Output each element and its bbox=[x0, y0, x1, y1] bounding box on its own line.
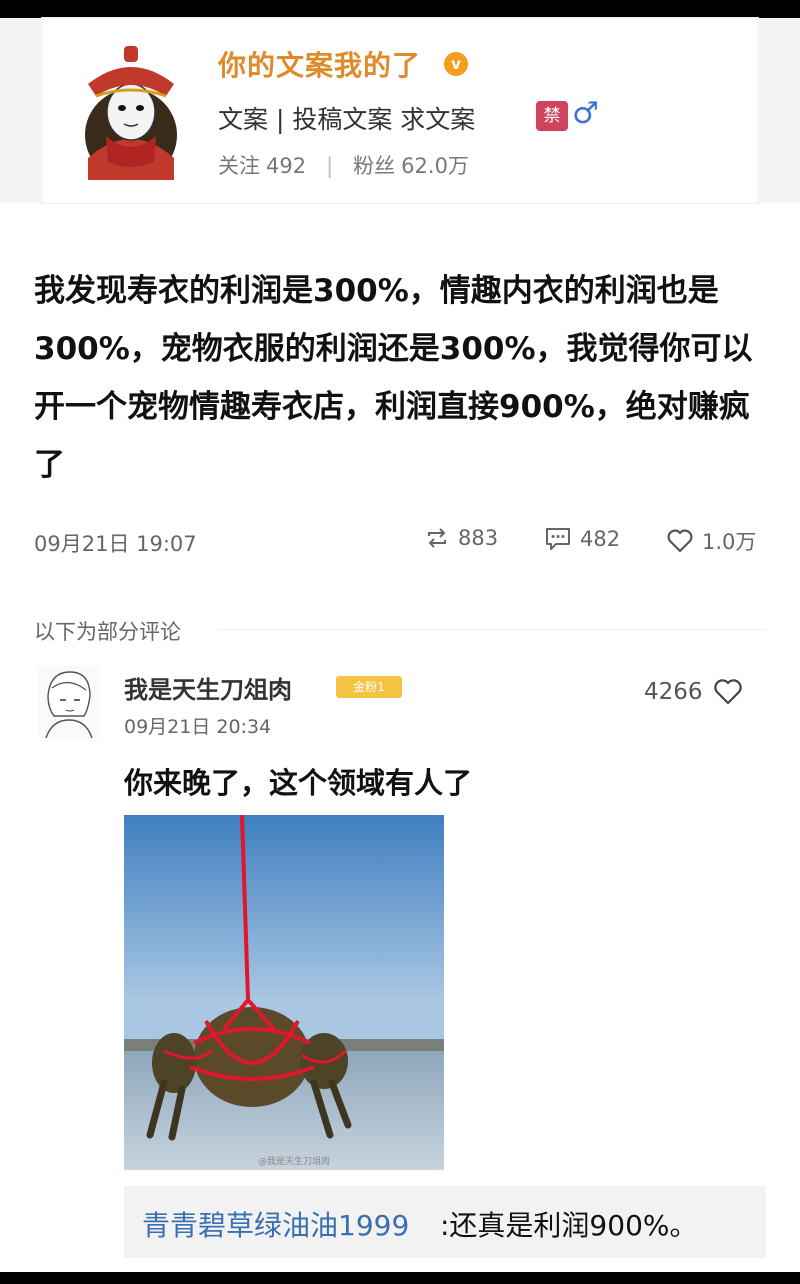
vip-badge-icon: v bbox=[444, 52, 468, 76]
background-band-right bbox=[758, 18, 800, 203]
follow-stats: 关注 492 | 粉丝 62.0万 bbox=[218, 154, 469, 178]
heart-icon bbox=[667, 529, 693, 553]
profile-avatar[interactable] bbox=[66, 40, 196, 181]
status-bar bbox=[0, 0, 800, 18]
comment-icon bbox=[546, 528, 570, 550]
commenter-name[interactable]: 我是天生刀俎肉 bbox=[124, 670, 292, 705]
follow-count[interactable]: 492 bbox=[266, 154, 306, 178]
comments-divider bbox=[218, 629, 766, 630]
reply-box[interactable]: 青青碧草绿油油1999 :还真是利润900%。 bbox=[124, 1186, 766, 1258]
fan-badge: 金粉1 bbox=[336, 676, 402, 698]
comment-button[interactable]: 482 bbox=[544, 526, 620, 552]
repost-button[interactable]: 883 bbox=[424, 526, 498, 550]
like-count: 1.0万 bbox=[702, 530, 757, 554]
comments-header: 以下为部分评论 bbox=[34, 620, 181, 644]
comment-count: 482 bbox=[580, 527, 621, 551]
repost-icon bbox=[428, 528, 446, 548]
reply-user[interactable]: 青青碧草绿油油1999 bbox=[142, 1204, 409, 1244]
follow-label: 关注 bbox=[218, 154, 260, 178]
fans-count[interactable]: 62.0万 bbox=[401, 154, 469, 178]
ban-badge: 禁 bbox=[536, 101, 568, 131]
comment-like-count: 4266 bbox=[644, 679, 703, 705]
post-text: 我发现寿衣的利润是300%，情趣内衣的利润也是300%，宠物衣服的利润还是300… bbox=[34, 273, 753, 483]
background-band-left bbox=[0, 18, 42, 203]
male-gender-icon: ♂ bbox=[572, 96, 599, 131]
post-time: 09月21日 19:07 bbox=[34, 532, 197, 556]
commenter-avatar[interactable] bbox=[38, 666, 100, 739]
post-meta: 09月21日 19:07 883 482 1.0万 bbox=[34, 526, 774, 558]
profile-nickname[interactable]: 你的文案我的了 bbox=[218, 44, 421, 84]
bottom-bar bbox=[0, 1272, 800, 1284]
profile-tags: 文案 | 投稿文案 求文案 bbox=[218, 105, 476, 134]
image-watermark: @我是天生刀俎肉 bbox=[258, 1157, 331, 1167]
repost-count: 883 bbox=[458, 526, 499, 550]
comment-image-crab[interactable] bbox=[124, 815, 444, 1170]
comment-time: 09月21日 20:34 bbox=[124, 716, 272, 738]
fans-label: 粉丝 bbox=[353, 154, 396, 178]
comment-text: 你来晚了，这个领域有人了 bbox=[124, 766, 473, 800]
reply-text: :还真是利润900%。 bbox=[440, 1209, 698, 1242]
heart-icon bbox=[713, 679, 742, 705]
comment-like-button[interactable]: 4266 bbox=[644, 678, 743, 706]
like-button[interactable]: 1.0万 bbox=[666, 526, 756, 556]
